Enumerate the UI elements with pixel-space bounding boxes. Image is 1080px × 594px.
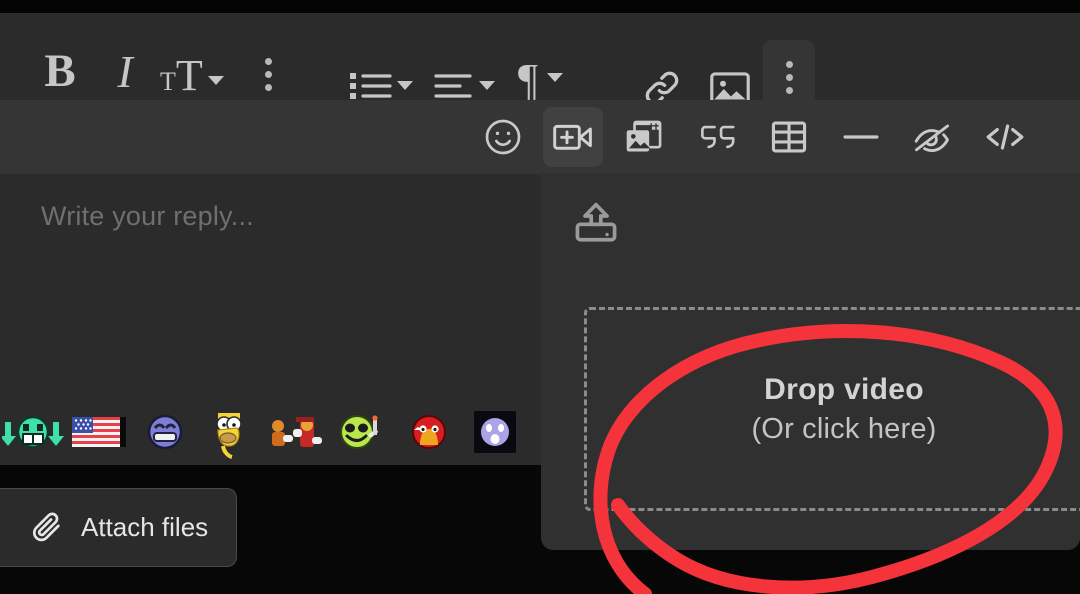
bold-icon: B	[44, 45, 76, 97]
text-size-button[interactable]: T T	[160, 49, 224, 101]
video-add-icon	[553, 124, 592, 150]
dropzone-subtitle: (Or click here)	[751, 412, 937, 445]
inline-more-button[interactable]	[256, 53, 280, 95]
emoticon-red-angry[interactable]	[396, 406, 462, 458]
code-icon	[986, 124, 1024, 150]
minus-icon	[843, 135, 879, 139]
gallery-icon	[626, 120, 662, 152]
text-size-icon-large: T	[175, 51, 203, 101]
emoticon-homer-simpson[interactable]	[198, 406, 264, 459]
attach-files-button[interactable]: Attach files	[0, 488, 237, 567]
bold-button[interactable]: B	[36, 45, 84, 97]
bullet-list-icon	[350, 73, 392, 99]
insert-video-button[interactable]	[543, 107, 603, 167]
emoticon-boxing-fight[interactable]	[264, 406, 330, 458]
italic-button[interactable]: I	[103, 45, 147, 97]
italic-icon: I	[117, 45, 133, 97]
paragraph-icon: ¶	[518, 55, 538, 104]
insert-toolbar-secondary	[0, 100, 1080, 175]
reply-editor-screen: B I T T ¶ Write your reply... Attach fil…	[0, 0, 1080, 594]
format-toolbar-primary: B I T T ¶	[0, 13, 1080, 115]
emoji-button[interactable]	[473, 107, 533, 167]
upload-icon[interactable]	[572, 200, 620, 251]
video-insert-panel: Drop video (Or click here)	[541, 173, 1080, 550]
emoticon-blue-smile[interactable]	[132, 406, 198, 458]
align-left-icon	[434, 74, 472, 98]
code-button[interactable]	[975, 107, 1035, 167]
emoticon-green-grin-arrows[interactable]	[0, 406, 66, 458]
horizontal-rule-button[interactable]	[831, 107, 891, 167]
table-button[interactable]	[759, 107, 819, 167]
reply-placeholder: Write your reply...	[41, 201, 254, 231]
chevron-down-icon	[546, 72, 563, 82]
more-vertical-icon	[785, 61, 793, 94]
gallery-button[interactable]	[615, 107, 675, 167]
chevron-down-icon	[207, 76, 224, 85]
chevron-down-icon	[479, 80, 495, 90]
smiley-icon	[485, 119, 521, 155]
emoticon-strip	[0, 398, 541, 465]
table-icon	[771, 121, 807, 153]
chevron-down-icon	[397, 80, 413, 90]
more-vertical-icon	[264, 57, 272, 91]
video-dropzone[interactable]: Drop video (Or click here)	[584, 307, 1080, 511]
page-top-strip	[0, 0, 1080, 13]
dropzone-title: Drop video	[764, 372, 924, 406]
quote-icon	[701, 125, 735, 149]
spoiler-button[interactable]	[902, 107, 962, 167]
quote-button[interactable]	[688, 107, 748, 167]
eye-slash-icon	[914, 124, 949, 153]
emoticon-purple-shock[interactable]	[462, 406, 528, 458]
attach-files-label: Attach files	[81, 512, 209, 542]
emoticon-usa-flag[interactable]	[66, 406, 132, 458]
text-size-icon-small: T	[160, 67, 176, 96]
paperclip-icon	[32, 512, 60, 541]
emoticon-green-smoking[interactable]	[330, 406, 396, 458]
